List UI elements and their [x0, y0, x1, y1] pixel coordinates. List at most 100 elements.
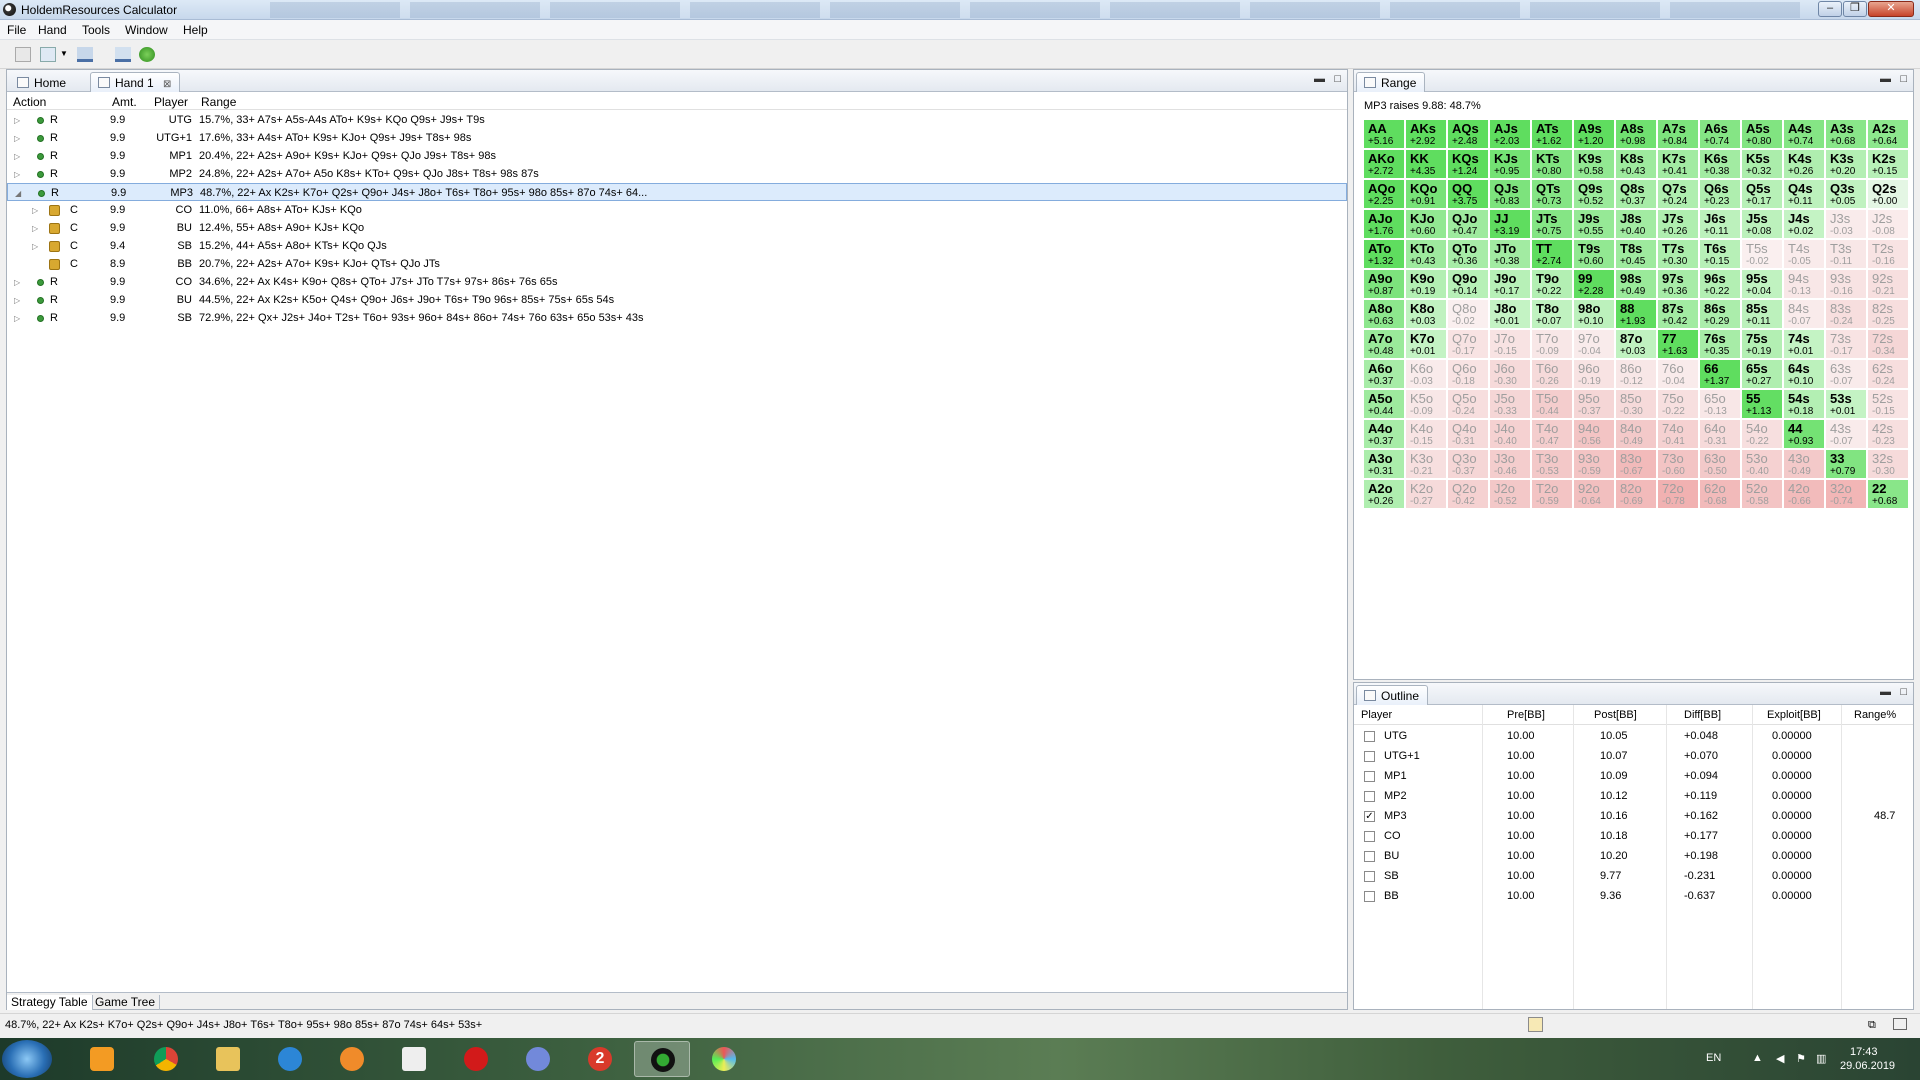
range-cell[interactable]: 22 +0.68 [1867, 479, 1909, 509]
language-indicator[interactable]: EN [1706, 1052, 1721, 1064]
range-cell[interactable]: 74s +0.01 [1783, 329, 1825, 359]
range-cell[interactable]: K6o -0.03 [1405, 359, 1447, 389]
range-cell[interactable]: T9o +0.22 [1531, 269, 1573, 299]
col-range[interactable]: Range [201, 95, 236, 109]
range-cell[interactable]: 53s +0.01 [1825, 389, 1867, 419]
range-cell[interactable]: KK +4.35 [1405, 149, 1447, 179]
range-cell[interactable]: T2s -0.16 [1867, 239, 1909, 269]
taskbar-discord[interactable] [510, 1041, 566, 1077]
range-cell[interactable]: 62o -0.68 [1699, 479, 1741, 509]
maximize-panel-icon[interactable]: □ [1334, 73, 1341, 85]
range-cell[interactable]: T4s -0.05 [1783, 239, 1825, 269]
taskbar-opera[interactable] [448, 1041, 504, 1077]
range-cell[interactable]: QQ +3.75 [1447, 179, 1489, 209]
range-cell[interactable]: Q2s +0.00 [1867, 179, 1909, 209]
notes-icon[interactable] [1528, 1017, 1543, 1032]
range-cell[interactable]: K5o -0.09 [1405, 389, 1447, 419]
range-cell[interactable]: 32s -0.30 [1867, 449, 1909, 479]
range-cell[interactable]: A3s +0.68 [1825, 119, 1867, 149]
range-cell[interactable]: 92o -0.64 [1573, 479, 1615, 509]
range-cell[interactable]: 76s +0.35 [1699, 329, 1741, 359]
range-cell[interactable]: A8s +0.98 [1615, 119, 1657, 149]
expand-arrow-icon[interactable]: ▷ [14, 152, 20, 161]
range-cell[interactable]: 86s +0.29 [1699, 299, 1741, 329]
range-cell[interactable]: 96s +0.22 [1699, 269, 1741, 299]
range-cell[interactable]: J8s +0.40 [1615, 209, 1657, 239]
outline-col-post[interactable]: Post[BB] [1594, 709, 1637, 721]
menu-tools[interactable]: Tools [82, 23, 110, 37]
range-cell[interactable]: Q2o -0.42 [1447, 479, 1489, 509]
run-icon[interactable] [139, 47, 155, 62]
range-cell[interactable]: A5s +0.80 [1741, 119, 1783, 149]
tab-hand-1[interactable]: Hand 1 ⊠ [90, 72, 181, 92]
range-cell[interactable]: T6o -0.26 [1531, 359, 1573, 389]
range-cell[interactable]: 98o +0.10 [1573, 299, 1615, 329]
outline-col-diff[interactable]: Diff[BB] [1684, 709, 1721, 721]
range-cell[interactable]: J4o -0.40 [1489, 419, 1531, 449]
tray-arrow-icon[interactable]: ▲ [1752, 1052, 1763, 1064]
tab-game-tree[interactable]: Game Tree [91, 995, 161, 1010]
range-cell[interactable]: Q8s +0.37 [1615, 179, 1657, 209]
expand-arrow-icon[interactable]: ▷ [14, 116, 20, 125]
table-row[interactable]: ▷ R 9.9 SB 72.9%, 22+ Qx+ J2s+ J4o+ T2s+ T6o… [7, 309, 1347, 327]
range-cell[interactable]: AQs +2.48 [1447, 119, 1489, 149]
range-cell[interactable]: K7s +0.41 [1657, 149, 1699, 179]
range-cell[interactable]: Q8o -0.02 [1447, 299, 1489, 329]
range-cell[interactable]: T7s +0.30 [1657, 239, 1699, 269]
range-cell[interactable]: J7o -0.15 [1489, 329, 1531, 359]
expand-arrow-icon[interactable]: ▷ [14, 170, 20, 179]
restore-button[interactable]: ❐ [1843, 1, 1867, 17]
expand-arrow-icon[interactable]: ▷ [14, 134, 20, 143]
expand-arrow-icon[interactable]: ▷ [14, 278, 20, 287]
tab-strategy-table[interactable]: Strategy Table [7, 995, 93, 1010]
range-cell[interactable]: A6o +0.37 [1363, 359, 1405, 389]
table-row[interactable]: C 8.9 BB 20.7%, 22+ A2s+ A7o+ K9s+ KJo+ QTs… [7, 255, 1347, 273]
start-button[interactable] [2, 1040, 52, 1078]
range-cell[interactable]: 65s +0.27 [1741, 359, 1783, 389]
range-cell[interactable]: A3o +0.31 [1363, 449, 1405, 479]
tab-range[interactable]: Range [1356, 72, 1426, 92]
table-row[interactable]: ▷ R 9.9 CO 34.6%, 22+ Ax K4s+ K9o+ Q8s+ QTo+… [7, 273, 1347, 291]
range-cell[interactable]: 88 +1.93 [1615, 299, 1657, 329]
range-cell[interactable]: 74o -0.41 [1657, 419, 1699, 449]
expand-arrow-icon[interactable]: ◢ [15, 189, 21, 198]
range-cell[interactable]: 93s -0.16 [1825, 269, 1867, 299]
range-cell[interactable]: K6s +0.38 [1699, 149, 1741, 179]
range-cell[interactable]: J8o +0.01 [1489, 299, 1531, 329]
range-cell[interactable]: KJs +0.95 [1489, 149, 1531, 179]
range-cell[interactable]: 55 +1.13 [1741, 389, 1783, 419]
range-cell[interactable]: 33 +0.79 [1825, 449, 1867, 479]
range-cell[interactable]: Q3s +0.05 [1825, 179, 1867, 209]
range-cell[interactable]: A5o +0.44 [1363, 389, 1405, 419]
range-cell[interactable]: 62s -0.24 [1867, 359, 1909, 389]
range-cell[interactable]: 95o -0.37 [1573, 389, 1615, 419]
range-cell[interactable]: 42o -0.66 [1783, 479, 1825, 509]
range-cell[interactable]: K4o -0.15 [1405, 419, 1447, 449]
player-checkbox[interactable] [1364, 791, 1375, 802]
tab-outline[interactable]: Outline [1356, 685, 1429, 705]
range-cell[interactable]: 84s -0.07 [1783, 299, 1825, 329]
range-cell[interactable]: JJ +3.19 [1489, 209, 1531, 239]
range-cell[interactable]: 99 +2.28 [1573, 269, 1615, 299]
range-cell[interactable]: T5s -0.02 [1741, 239, 1783, 269]
restore-view-icon[interactable]: ⧉ [1868, 1019, 1876, 1032]
range-cell[interactable]: AJs +2.03 [1489, 119, 1531, 149]
range-cell[interactable]: K4s +0.26 [1783, 149, 1825, 179]
col-player[interactable]: Player [154, 95, 188, 109]
taskbar-badge-app[interactable]: 2 [572, 1041, 628, 1077]
tab-close-icon[interactable]: ⊠ [163, 79, 171, 90]
range-cell[interactable]: QTs +0.73 [1531, 179, 1573, 209]
range-cell[interactable]: 82s -0.25 [1867, 299, 1909, 329]
range-cell[interactable]: J4s +0.02 [1783, 209, 1825, 239]
range-cell[interactable]: 96o -0.19 [1573, 359, 1615, 389]
range-cell[interactable]: A4s +0.74 [1783, 119, 1825, 149]
menu-file[interactable]: File [7, 23, 26, 37]
range-cell[interactable]: QJs +0.83 [1489, 179, 1531, 209]
dropdown-arrow-icon[interactable]: ▼ [60, 49, 69, 64]
range-cell[interactable]: J3s -0.03 [1825, 209, 1867, 239]
range-cell[interactable]: Q4s +0.11 [1783, 179, 1825, 209]
export-icon[interactable] [115, 47, 131, 62]
menu-window[interactable]: Window [125, 23, 168, 37]
maximize-view-icon[interactable] [1893, 1018, 1907, 1030]
range-cell[interactable]: J7s +0.26 [1657, 209, 1699, 239]
